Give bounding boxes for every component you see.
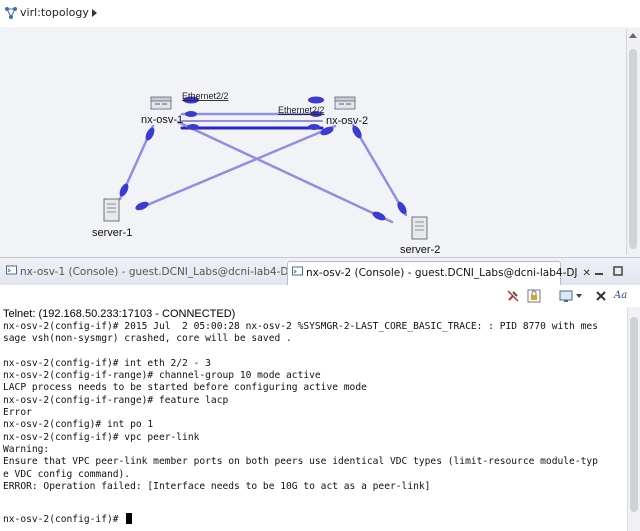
server-icon [103, 198, 120, 222]
disconnect-icon[interactable] [506, 289, 520, 303]
editor-breadcrumb-bar: virl:topology [0, 0, 640, 28]
console-line: nx-osv-2(config-if)# 2015 Jul 2 05:00:28… [3, 321, 598, 332]
scroll-lock-icon[interactable] [527, 289, 541, 303]
breadcrumb-topology[interactable]: virl:topology [20, 6, 89, 19]
close-icon[interactable]: ✕ [583, 262, 591, 285]
endpoint-marker[interactable] [185, 111, 197, 117]
console-line: nx-osv-2(config-if)# vpc peer-link [3, 431, 200, 443]
link-label-2: Ethernet2/2 [278, 105, 325, 115]
endpoint-marker[interactable] [308, 96, 324, 104]
topology-canvas[interactable]: Ethernet2/2 Ethernet2/2 nx-osv-1 nx-osv-… [0, 27, 640, 258]
console-line: nx-osv-2(config-if)# int eth 2/2 - 3 [3, 357, 211, 369]
link-nx2-server2[interactable] [351, 123, 408, 217]
console-toolbar: Aa [0, 285, 640, 307]
node-nx-osv-1[interactable]: nx-osv-1 [141, 96, 183, 126]
console-output[interactable]: Telnet: (192.168.50.233:17103 - CONNECTE… [0, 307, 640, 531]
console-line: e VDC config command). [3, 468, 131, 480]
switch-icon [150, 96, 172, 110]
console-line: LACP process needs to be started before … [3, 382, 367, 394]
console-tab-bar: nx-osv-1 (Console) - guest.DCNI_Labs@dcn… [0, 258, 640, 286]
topology-graph: Ethernet2/2 Ethernet2/2 nx-osv-1 nx-osv-… [92, 91, 440, 256]
display-console-icon[interactable] [559, 289, 573, 303]
chevron-right-icon[interactable] [89, 7, 99, 19]
console-line: sage vsh(non-sysmgr) crashed, core will … [3, 333, 292, 345]
scroll-up-icon[interactable] [628, 31, 638, 41]
tab-label: nx-osv-1 (Console) - guest.DCNI_Labs@dcn… [20, 266, 292, 278]
console-line: ERROR: Operation failed: [Interface need… [3, 480, 431, 492]
topology-links [118, 112, 408, 224]
endpoint-marker[interactable] [371, 210, 387, 222]
link-label-1: Ethernet2/2 [182, 91, 229, 101]
tab-nx-osv-2-console[interactable]: nx-osv-2 (Console) - guest.DCNI_Labs@dcn… [287, 261, 591, 285]
link-nx2-server1[interactable] [138, 124, 337, 210]
console-icon [292, 266, 303, 276]
console-icon [6, 265, 17, 275]
endpoint-marker[interactable] [134, 200, 150, 212]
endpoint-marker[interactable] [187, 124, 199, 130]
scrollbar-thumb[interactable] [629, 49, 637, 249]
node-label: nx-osv-1 [141, 114, 183, 126]
console-line: nx-osv-2(config-if-range)# feature lacp [3, 394, 229, 406]
endpoint-marker[interactable] [118, 182, 130, 198]
switch-icon [334, 96, 356, 110]
font-button[interactable]: Aa [614, 290, 627, 304]
node-server-1[interactable]: server-1 [92, 198, 132, 239]
console-text: nx-osv-2(config-if)# 2015 Jul 2 05:00:28… [3, 321, 598, 493]
tab-label: nx-osv-2 (Console) - guest.DCNI_Labs@dcn… [306, 267, 578, 279]
console-scrollbar[interactable] [627, 307, 640, 531]
tab-nx-osv-1-console[interactable]: nx-osv-1 (Console) - guest.DCNI_Labs@dcn… [2, 261, 292, 284]
node-label: server-2 [400, 244, 440, 256]
minimize-icon[interactable] [593, 265, 605, 277]
node-label: server-1 [92, 227, 132, 239]
remove-console-icon[interactable] [594, 289, 608, 303]
node-nx-osv-2[interactable]: nx-osv-2 [326, 96, 368, 127]
endpoint-marker[interactable] [308, 124, 320, 130]
console-line: Ensure that VPC peer-link member ports o… [3, 456, 598, 468]
maximize-icon[interactable] [612, 265, 624, 277]
console-line: nx-osv-2(config)# int po 1 [3, 419, 154, 431]
console-line: nx-osv-2(config-if-range)# channel-group… [3, 370, 321, 382]
node-label: nx-osv-2 [326, 115, 368, 127]
connection-status: Telnet: (192.168.50.233:17103 - CONNECTE… [3, 308, 236, 320]
server-icon [411, 216, 428, 240]
console-line: Warning: [3, 443, 50, 455]
node-server-2[interactable]: server-2 [400, 216, 440, 256]
canvas-scrollbar[interactable] [626, 29, 639, 255]
console-prompt[interactable]: nx-osv-2(config-if)# [3, 513, 133, 525]
prompt-text: nx-osv-2(config-if)# [3, 514, 119, 525]
text-cursor [126, 513, 133, 524]
scrollbar-thumb[interactable] [630, 317, 638, 512]
console-line: Error [3, 407, 32, 419]
chevron-down-icon[interactable] [575, 289, 583, 303]
topology-icon [5, 7, 17, 19]
